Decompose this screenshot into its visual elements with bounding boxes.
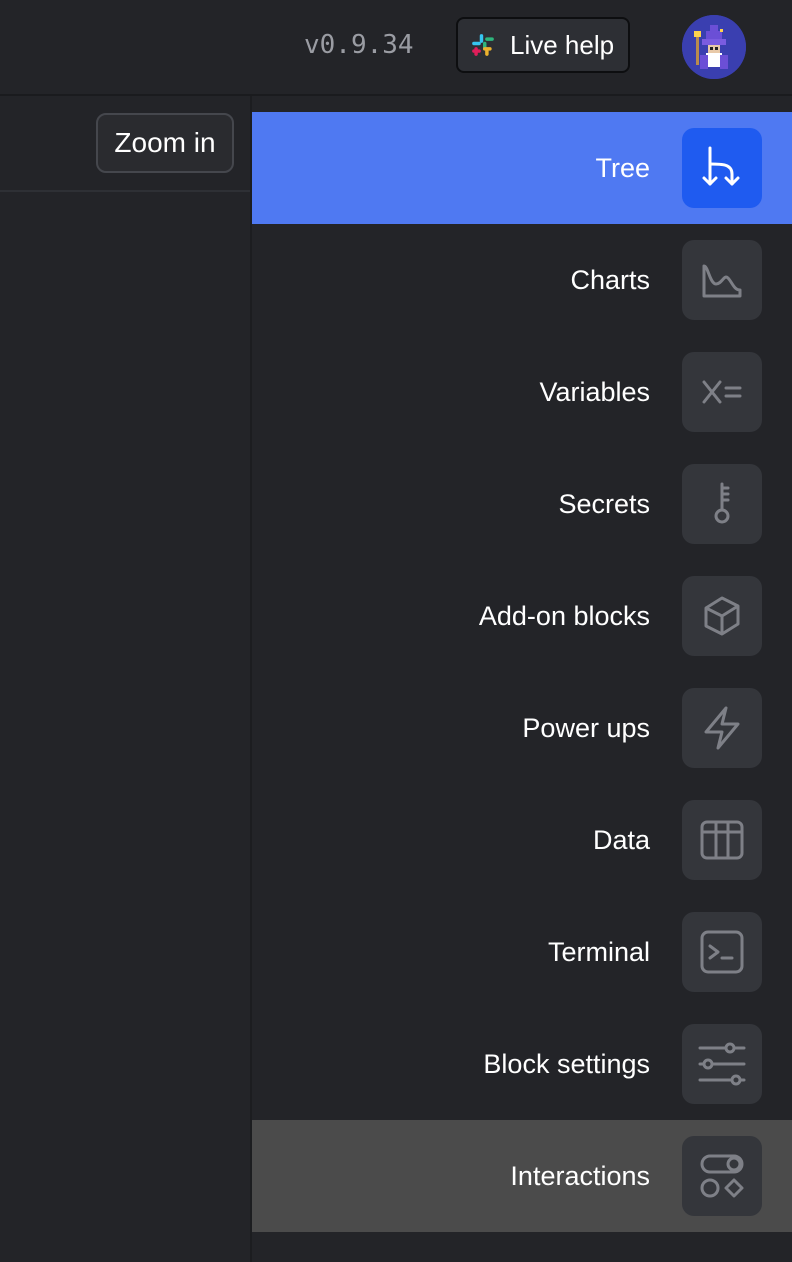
menu-item-power-ups[interactable]: Power ups [252, 672, 792, 784]
canvas-toolbar: Zoom in [0, 96, 250, 192]
canvas-panel: Zoom in [0, 96, 252, 1262]
menu-item-label: Interactions [510, 1160, 650, 1191]
side-menu: Tree Charts Variables Secrets Add-on blo… [252, 112, 792, 1232]
top-header: v0.9.34 Live help [0, 0, 792, 96]
live-help-label: Live help [510, 29, 615, 60]
menu-item-label: Secrets [558, 488, 650, 519]
slack-icon [472, 34, 494, 56]
menu-item-label: Charts [570, 264, 650, 295]
menu-item-label: Terminal [547, 936, 650, 967]
menu-item-label: Data [592, 824, 650, 855]
menu-item-label: Block settings [483, 1048, 650, 1079]
live-help-button[interactable]: Live help [456, 17, 630, 73]
zoom-in-button[interactable]: Zoom in [96, 113, 234, 173]
menu-item-charts[interactable]: Charts [252, 224, 792, 336]
menu-item-variables[interactable]: Variables [252, 336, 792, 448]
menu-item-data[interactable]: Data [252, 784, 792, 896]
table-icon [682, 800, 762, 880]
variable-icon [682, 352, 762, 432]
chart-line-icon [682, 240, 762, 320]
menu-item-secrets[interactable]: Secrets [252, 448, 792, 560]
menu-item-block-settings[interactable]: Block settings [252, 1008, 792, 1120]
tree-branch-icon [682, 128, 762, 208]
avatar[interactable] [682, 15, 746, 79]
version-label: v0.9.34 [304, 30, 414, 60]
sliders-icon [682, 1024, 762, 1104]
lightning-icon [682, 688, 762, 768]
menu-item-label: Tree [595, 152, 650, 183]
menu-item-add-on-blocks[interactable]: Add-on blocks [252, 560, 792, 672]
wizard-avatar-icon [682, 15, 746, 79]
toggle-shapes-icon [682, 1136, 762, 1216]
menu-item-tree[interactable]: Tree [252, 112, 792, 224]
menu-item-label: Variables [539, 376, 650, 407]
menu-item-interactions[interactable]: Interactions [252, 1120, 792, 1232]
key-icon [682, 464, 762, 544]
menu-item-label: Power ups [522, 712, 650, 743]
terminal-icon [682, 912, 762, 992]
menu-item-label: Add-on blocks [478, 600, 650, 631]
cube-icon [682, 576, 762, 656]
menu-item-terminal[interactable]: Terminal [252, 896, 792, 1008]
